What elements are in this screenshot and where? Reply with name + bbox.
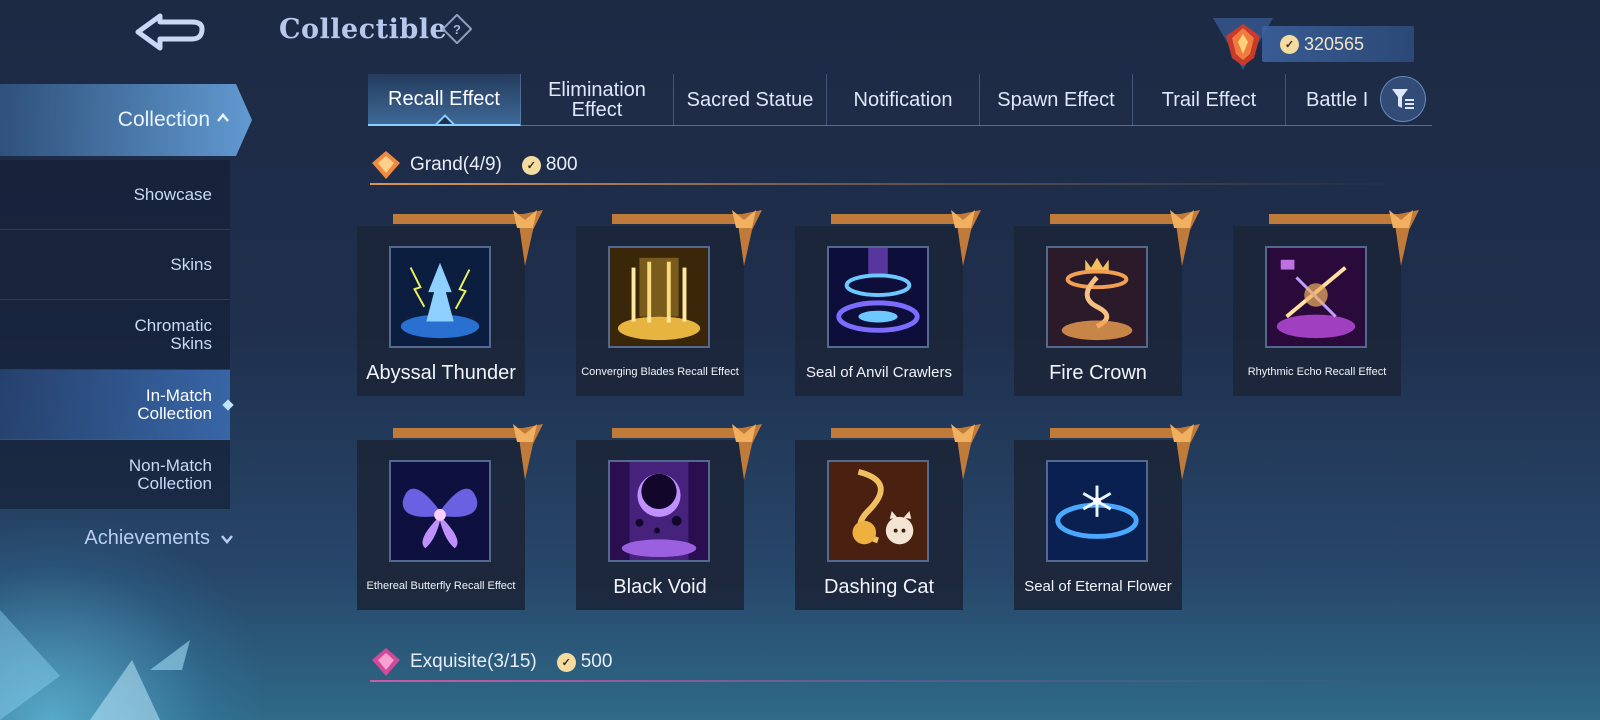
sidebar-achievements[interactable]: Achievements xyxy=(0,518,240,558)
card-name: Seal of Eternal Flower xyxy=(1024,578,1172,596)
grand-price-value: 800 xyxy=(545,154,578,175)
snowflake-seal-icon xyxy=(1046,460,1148,562)
sidebar-item-chromatic-skins[interactable]: Chromatic Skins xyxy=(0,300,230,370)
golden-blades-icon xyxy=(608,246,710,348)
exquisite-label: Exquisite(3/15) xyxy=(410,651,537,672)
filter-button[interactable] xyxy=(1380,76,1426,122)
tab-sacred-statue[interactable]: Sacred Statue xyxy=(674,74,827,126)
currency-amount: 320565 xyxy=(1304,33,1365,54)
exquisite-gem-icon xyxy=(372,648,400,676)
card-name: Seal of Anvil Crawlers xyxy=(806,364,952,382)
collection-coin-icon: ✓ xyxy=(521,155,541,175)
tab-spawn-effect[interactable]: Spawn Effect xyxy=(980,74,1133,126)
sidebar-item-showcase[interactable]: Showcase xyxy=(0,160,230,230)
chevron-down-icon xyxy=(221,535,233,544)
grand-label: Grand(4/9) xyxy=(410,154,502,175)
section-header-grand: Grand(4/9) ✓ 800 xyxy=(370,145,1410,185)
collectible-card-black-void[interactable]: Black Void xyxy=(576,424,762,610)
collection-coin-icon: ✓ xyxy=(556,652,576,672)
collectible-card-rhythmic-echo[interactable]: Rhythmic Echo Recall Effect xyxy=(1233,210,1419,396)
collectible-card-converging-blades[interactable]: Converging Blades Recall Effect xyxy=(576,210,762,396)
collectible-card-seal-of-eternal-flower[interactable]: Seal of Eternal Flower xyxy=(1014,424,1200,610)
sidebar-item-in-match-collection[interactable]: In-Match Collection xyxy=(0,370,230,440)
svg-text:?: ? xyxy=(453,22,461,37)
blue-seal-ring-icon xyxy=(827,246,929,348)
black-void-moon-icon xyxy=(608,460,710,562)
exquisite-price: ✓ 500 xyxy=(556,651,613,673)
card-name: Abyssal Thunder xyxy=(366,361,516,384)
card-name: Converging Blades Recall Effect xyxy=(581,366,739,379)
tab-battle[interactable]: Battle I xyxy=(1286,74,1374,126)
collectible-card-fire-crown[interactable]: Fire Crown xyxy=(1014,210,1200,396)
collectible-card-abyssal-thunder[interactable]: Abyssal Thunder xyxy=(357,210,543,396)
card-name: Ethereal Butterfly Recall Effect xyxy=(366,580,516,593)
card-name: Dashing Cat xyxy=(823,575,935,598)
sidebar-collection-header[interactable]: Collection xyxy=(0,84,252,156)
chevron-up-icon xyxy=(217,113,229,122)
page-title: Collectible xyxy=(279,14,448,45)
sidebar-item-non-match-collection[interactable]: Non-Match Collection xyxy=(0,440,230,510)
divider xyxy=(370,183,1410,185)
exquisite-price-value: 500 xyxy=(580,651,613,672)
collection-coin-icon: ✓ xyxy=(1280,34,1299,54)
collectible-card-ethereal-butterfly[interactable]: Ethereal Butterfly Recall Effect xyxy=(357,424,543,610)
purple-echo-icon xyxy=(1265,246,1367,348)
tab-elimination-effect[interactable]: Elimination Effect xyxy=(521,74,674,126)
sidebar-collection-label: Collection xyxy=(117,108,210,131)
grand-price: ✓ 800 xyxy=(521,154,578,176)
butterfly-icon xyxy=(389,460,491,562)
card-name: Rhythmic Echo Recall Effect xyxy=(1247,366,1387,379)
fire-crown-icon xyxy=(1046,246,1148,348)
section-header-exquisite: Exquisite(3/15) ✓ 500 xyxy=(370,642,1410,682)
grand-gem-icon xyxy=(372,151,400,179)
lightning-demon-icon xyxy=(389,246,491,348)
divider xyxy=(370,680,1410,682)
collectible-card-dashing-cat[interactable]: Dashing Cat xyxy=(795,424,981,610)
sidebar-achievements-label: Achievements xyxy=(84,526,210,549)
category-tabs: Recall Effect Elimination Effect Sacred … xyxy=(368,74,1432,126)
help-question-icon[interactable]: ? xyxy=(441,13,473,45)
tab-recall-effect[interactable]: Recall Effect xyxy=(368,74,521,126)
collectible-card-seal-of-anvil-crawlers[interactable]: Seal of Anvil Crawlers xyxy=(795,210,981,396)
dashing-cat-icon xyxy=(827,460,929,562)
card-name: Fire Crown xyxy=(1049,361,1147,384)
tab-notification[interactable]: Notification xyxy=(827,74,980,126)
filter-icon xyxy=(1392,89,1414,109)
currency-display: ✓ 320565 xyxy=(1262,26,1414,62)
back-arrow-icon[interactable] xyxy=(130,8,210,56)
sidebar-item-skins[interactable]: Skins xyxy=(0,230,230,300)
card-name: Black Void xyxy=(613,575,707,598)
tab-trail-effect[interactable]: Trail Effect xyxy=(1133,74,1286,126)
